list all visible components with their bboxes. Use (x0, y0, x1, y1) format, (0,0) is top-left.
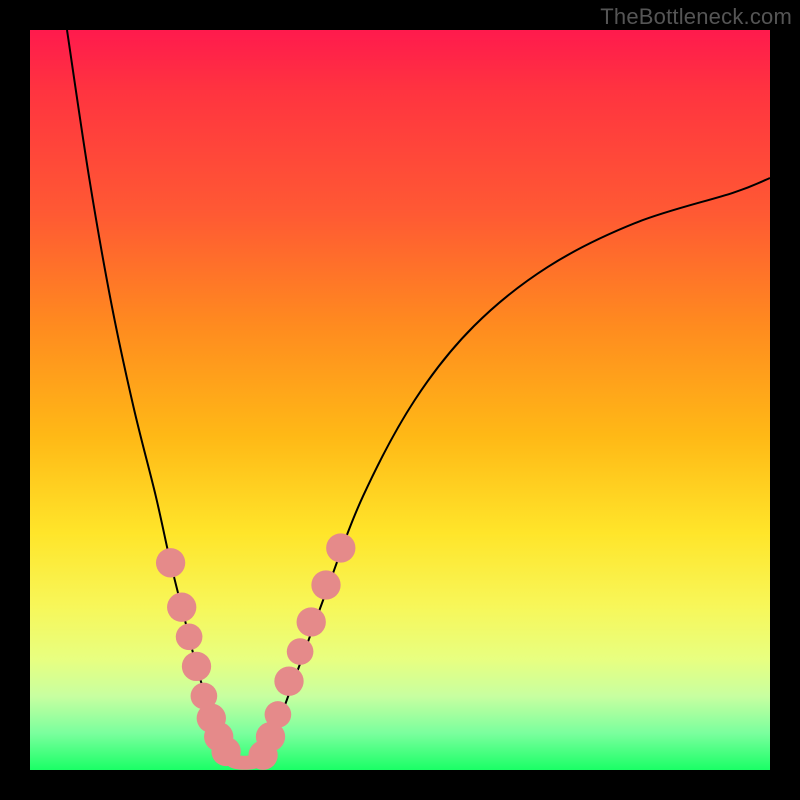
bead-point (274, 667, 303, 696)
beads-right (248, 533, 355, 770)
right-curve (259, 178, 770, 763)
bead-point (167, 593, 196, 622)
left-curve (67, 30, 230, 763)
bead-point (265, 701, 292, 728)
bead-point (211, 737, 240, 766)
bead-point (297, 607, 326, 636)
watermark-text: TheBottleneck.com (600, 4, 792, 30)
beads-left (156, 548, 241, 766)
bead-point (326, 533, 355, 562)
bead-point (182, 652, 211, 681)
chart-frame: TheBottleneck.com (0, 0, 800, 800)
bead-point (311, 570, 340, 599)
bead-point (176, 623, 203, 650)
chart-svg (30, 30, 770, 770)
bead-point (287, 638, 314, 665)
bead-point (156, 548, 185, 577)
plot-area (30, 30, 770, 770)
